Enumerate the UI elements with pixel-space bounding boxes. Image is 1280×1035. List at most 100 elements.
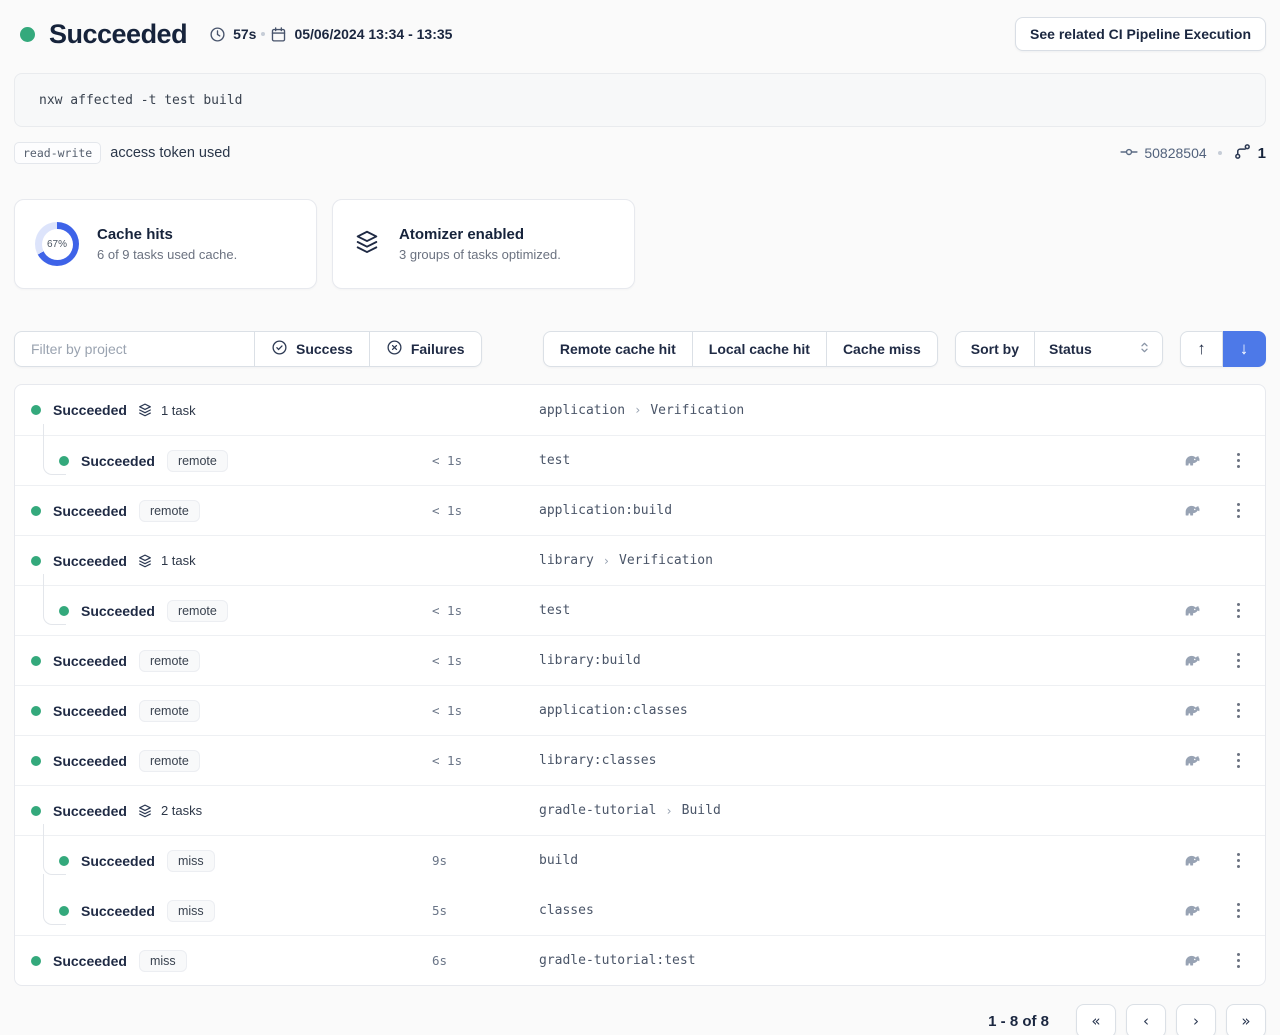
status-dot [31,556,41,566]
task-name-text: application:classes [539,703,688,718]
failures-filter-label: Failures [411,341,465,357]
task-name: test › [539,603,1182,618]
see-related-ci-pipeline-button[interactable]: See related CI Pipeline Execution [1015,17,1266,51]
task-name-text: classes [539,903,594,918]
status-dot [31,405,41,415]
chevron-right-icon: › [603,554,610,568]
gradle-icon[interactable] [1182,601,1202,621]
task-duration: < 1s [432,453,539,468]
branch-count: 1 [1258,145,1266,162]
task-duration: < 1s [432,603,539,618]
dot-separator [1218,151,1222,155]
task-duration: < 1s [432,653,539,668]
kebab-menu-icon[interactable] [1237,959,1240,962]
cache-status-badge: remote [139,700,200,722]
task-row[interactable]: Succeeded remote < 1s library:classes › [15,735,1265,785]
status-dot [31,656,41,666]
local-cache-hit-button[interactable]: Local cache hit [693,331,827,367]
gradle-icon[interactable] [1182,851,1202,871]
kebab-menu-icon[interactable] [1237,659,1240,662]
failures-filter-button[interactable]: Failures [370,331,482,367]
date-range-label: 05/06/2024 13:34 - 13:35 [294,26,452,42]
task-name-text: library:classes [539,753,656,768]
task-row[interactable]: Succeeded 1 task library › Verification [15,535,1265,585]
x-circle-icon [386,339,403,359]
cache-hits-subtitle: 6 of 9 tasks used cache. [97,247,237,262]
kebab-menu-icon[interactable] [1237,509,1240,512]
project-filter-group: Success Failures [14,331,482,367]
kebab-menu-icon[interactable] [1237,609,1240,612]
gradle-icon[interactable] [1182,701,1202,721]
task-row[interactable]: Succeeded remote < 1s application:classe… [15,685,1265,735]
cache-status-badge: miss [167,900,215,922]
gradle-icon[interactable] [1182,951,1202,971]
first-page-button[interactable]: « [1076,1004,1116,1035]
gradle-icon[interactable] [1182,651,1202,671]
sort-ascending-button[interactable]: ↑ [1180,331,1223,367]
cache-miss-button[interactable]: Cache miss [827,331,938,367]
task-name-text: library [539,553,594,568]
task-duration: < 1s [432,703,539,718]
commit-id[interactable]: 50828504 [1144,145,1206,161]
cache-hits-card: 67% Cache hits 6 of 9 tasks used cache. [14,199,317,289]
sort-descending-button[interactable]: ↓ [1223,331,1266,367]
kebab-menu-icon[interactable] [1237,859,1240,862]
task-row[interactable]: Succeeded miss 6s gradle-tutorial:test › [15,935,1265,985]
check-circle-icon [271,339,288,359]
row-status-label: Succeeded [53,803,127,819]
previous-page-button[interactable]: ‹ [1126,1004,1166,1035]
date-meta: 05/06/2024 13:34 - 13:35 [270,26,452,43]
duration-label: 57s [233,26,256,42]
next-page-button[interactable]: › [1176,1004,1216,1035]
task-list: Succeeded 1 task application › Verificat… [14,384,1266,986]
task-target-text: Build [682,803,721,818]
task-row[interactable]: Succeeded remote < 1s test › [15,585,1265,635]
page-title: Succeeded [49,19,187,50]
task-name-text: gradle-tutorial:test [539,953,696,968]
gradle-icon[interactable] [1182,501,1202,521]
status-dot [31,706,41,716]
cache-status-badge: miss [167,850,215,872]
arrow-up-icon: ↑ [1197,339,1206,359]
task-row[interactable]: Succeeded miss 5s classes › [15,885,1265,935]
last-page-button[interactable]: » [1226,1004,1266,1035]
run-header: Succeeded 57s 05/06/2024 13:34 - 13:35 S… [14,15,1266,53]
sort-status-select[interactable]: Status [1035,331,1163,367]
atomizer-card: Atomizer enabled 3 groups of tasks optim… [332,199,635,289]
task-name-text: build [539,853,578,868]
cache-status-badge: remote [139,750,200,772]
task-row[interactable]: Succeeded remote < 1s test › [15,435,1265,485]
task-duration: 9s [432,853,539,868]
status-dot [31,506,41,516]
gradle-icon[interactable] [1182,901,1202,921]
cache-status-badge: remote [139,500,200,522]
status-dot [31,956,41,966]
status-dot [59,456,69,466]
task-row[interactable]: Succeeded remote < 1s library:build › [15,635,1265,685]
remote-cache-hit-button[interactable]: Remote cache hit [543,331,693,367]
task-name-text: test [539,603,570,618]
task-row[interactable]: Succeeded miss 9s build › [15,835,1265,885]
kebab-menu-icon[interactable] [1237,759,1240,762]
gradle-icon[interactable] [1182,451,1202,471]
kebab-menu-icon[interactable] [1237,459,1240,462]
calendar-icon [270,26,287,43]
pagination-label: 1 - 8 of 8 [988,1013,1049,1030]
gradle-icon[interactable] [1182,751,1202,771]
status-dot [20,27,35,42]
task-row[interactable]: Succeeded 1 task application › Verificat… [15,385,1265,435]
kebab-menu-icon[interactable] [1237,709,1240,712]
chevron-right-icon: › [634,403,641,417]
atomizer-subtitle: 3 groups of tasks optimized. [399,247,561,262]
filter-by-project-input[interactable] [14,331,255,367]
task-name: application:classes › [539,703,1182,718]
task-row[interactable]: Succeeded 2 tasks gradle-tutorial › Buil… [15,785,1265,835]
task-name-text: library:build [539,653,641,668]
task-row[interactable]: Succeeded remote < 1s application:build … [15,485,1265,535]
access-token-label: access token used [110,145,230,161]
commit-icon [1120,143,1138,164]
kebab-menu-icon[interactable] [1237,909,1240,912]
sort-group: Sort by Status [955,331,1163,367]
row-status-label: Succeeded [81,853,155,869]
success-filter-button[interactable]: Success [255,331,370,367]
